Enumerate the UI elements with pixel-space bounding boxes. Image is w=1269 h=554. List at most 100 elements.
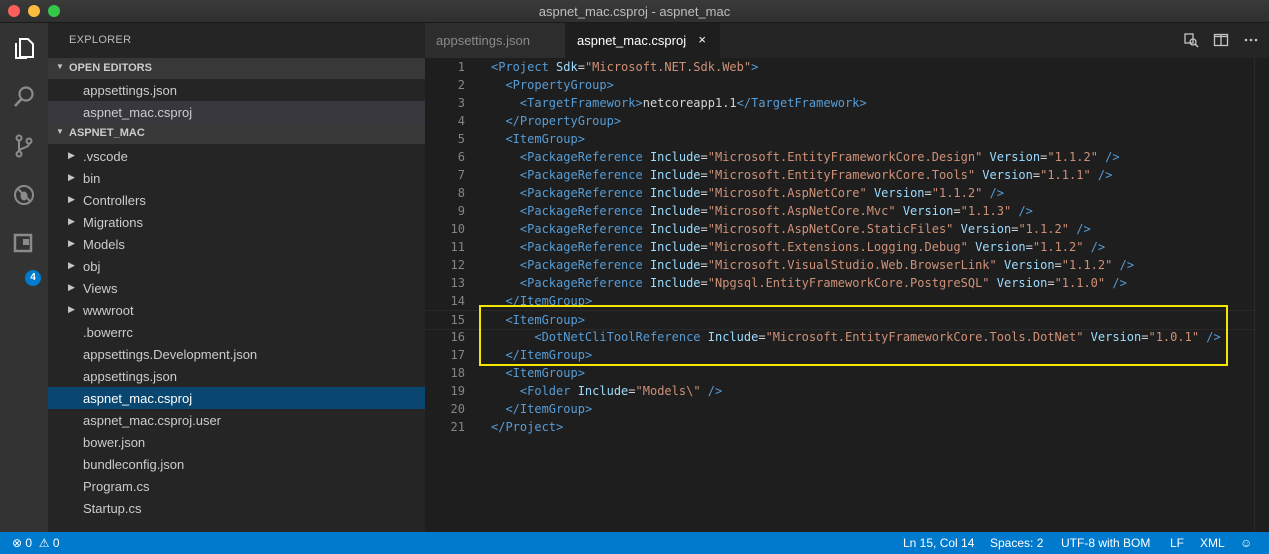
code-text: <PackageReference Include="Microsoft.Ent… bbox=[519, 168, 1113, 182]
folder-item[interactable]: ▶ Controllers bbox=[48, 189, 425, 211]
line-ending[interactable]: LF bbox=[1170, 536, 1184, 550]
file-item[interactable]: Program.cs bbox=[48, 475, 425, 497]
warning-icon: ⚠ bbox=[35, 536, 50, 550]
editor-scrollbar[interactable] bbox=[1254, 58, 1269, 532]
code-text: </ItemGroup> bbox=[505, 402, 593, 416]
file-item[interactable]: Startup.cs bbox=[48, 497, 425, 519]
chevron-right-icon: ▶ bbox=[68, 150, 75, 160]
line-number: 17 bbox=[450, 348, 465, 362]
code-line[interactable]: 2 <PropertyGroup> bbox=[425, 76, 1269, 94]
folder-item[interactable]: ▶ wwwroot bbox=[48, 299, 425, 321]
language-mode[interactable]: XML bbox=[1200, 536, 1225, 550]
code-line[interactable]: 12 <PackageReference Include="Microsoft.… bbox=[425, 256, 1269, 274]
line-number: 10 bbox=[450, 222, 465, 236]
folder-item[interactable]: ▶ bin bbox=[48, 167, 425, 189]
code-text: <ItemGroup> bbox=[505, 132, 585, 146]
open-changes-icon[interactable] bbox=[1183, 32, 1199, 48]
encoding[interactable]: UTF-8 with BOM bbox=[1061, 536, 1150, 550]
code-line[interactable]: 10 <PackageReference Include="Microsoft.… bbox=[425, 220, 1269, 238]
tab-aspnet-mac-csproj[interactable]: aspnet_mac.csproj × bbox=[565, 23, 720, 58]
line-number: 16 bbox=[450, 330, 465, 344]
code-text: <PackageReference Include="Microsoft.Asp… bbox=[519, 186, 1005, 200]
more-actions-icon[interactable] bbox=[1243, 32, 1259, 48]
folder-item[interactable]: ▶ obj bbox=[48, 255, 425, 277]
file-item-selected[interactable]: aspnet_mac.csproj bbox=[48, 387, 425, 409]
line-number: 11 bbox=[450, 240, 465, 254]
feedback-smiley-icon[interactable]: ☺ bbox=[1240, 536, 1252, 550]
code-line[interactable]: 7 <PackageReference Include="Microsoft.E… bbox=[425, 166, 1269, 184]
file-item[interactable]: appsettings.json bbox=[48, 365, 425, 387]
code-line[interactable]: 1 <Project Sdk="Microsoft.NET.Sdk.Web"> bbox=[425, 58, 1269, 76]
folder-item[interactable]: ▶ Views bbox=[48, 277, 425, 299]
chevron-right-icon: ▶ bbox=[68, 216, 75, 226]
code-editor[interactable]: 21 </Project> 20 </ItemGroup> 19 <Folder In… bbox=[425, 58, 1269, 532]
extensions-icon[interactable] bbox=[0, 224, 48, 264]
code-text: <Folder Include="Models\" /> bbox=[519, 384, 723, 398]
line-number: 14 bbox=[450, 294, 465, 308]
files-icon[interactable] bbox=[0, 28, 48, 68]
file-item[interactable]: appsettings.Development.json bbox=[48, 343, 425, 365]
open-editors-header[interactable]: ▼ OPEN EDITORS bbox=[48, 58, 425, 79]
chevron-right-icon: ▶ bbox=[68, 260, 75, 270]
line-number: 8 bbox=[457, 186, 465, 200]
line-number: 1 bbox=[457, 60, 465, 74]
extensions-badge: 4 bbox=[25, 270, 41, 286]
status-bar: ⊗ 0 ⚠ 0 Ln 15, Col 14 Spaces: 2 UTF-8 wi… bbox=[0, 532, 1269, 554]
indentation[interactable]: Spaces: 2 bbox=[990, 536, 1043, 550]
line-number: 18 bbox=[450, 366, 465, 380]
code-text: <ItemGroup> bbox=[505, 366, 585, 380]
line-number: 5 bbox=[457, 132, 465, 146]
window-title: aspnet_mac.csproj - aspnet_mac bbox=[538, 4, 731, 19]
code-text: </Project> bbox=[491, 420, 564, 434]
project-header[interactable]: ▼ ASPNET_MAC bbox=[48, 123, 425, 144]
search-icon[interactable] bbox=[0, 77, 48, 117]
code-line[interactable]: 3 <TargetFramework>netcoreapp1.1</Target… bbox=[425, 94, 1269, 112]
chevron-right-icon: ▶ bbox=[68, 238, 75, 248]
code-text: <PackageReference Include="Microsoft.Asp… bbox=[519, 222, 1091, 236]
line-number: 6 bbox=[457, 150, 465, 164]
code-line[interactable]: 9 <PackageReference Include="Microsoft.A… bbox=[425, 202, 1269, 220]
code-line[interactable]: 21 </Project> bbox=[425, 418, 1269, 436]
code-line[interactable]: 11 <PackageReference Include="Microsoft.… bbox=[425, 238, 1269, 256]
folder-item[interactable]: ▶ Models bbox=[48, 233, 425, 255]
open-editor-item[interactable]: aspnet_mac.csproj bbox=[48, 101, 425, 123]
line-number: 3 bbox=[457, 96, 465, 110]
title-bar: aspnet_mac.csproj - aspnet_mac bbox=[0, 0, 1269, 23]
code-line[interactable]: 13 <PackageReference Include="Npgsql.Ent… bbox=[425, 274, 1269, 292]
file-item[interactable]: bundleconfig.json bbox=[48, 453, 425, 475]
code-line[interactable]: 18 <ItemGroup> bbox=[425, 364, 1269, 382]
line-number: 20 bbox=[450, 402, 465, 416]
code-line[interactable]: 19 <Folder Include="Models\" /> bbox=[425, 382, 1269, 400]
split-editor-icon[interactable] bbox=[1213, 32, 1229, 48]
sidebar-title: EXPLORER bbox=[69, 34, 132, 46]
cursor-position[interactable]: Ln 15, Col 14 bbox=[903, 536, 974, 550]
open-editor-item[interactable]: appsettings.json bbox=[48, 79, 425, 101]
folder-item[interactable]: ▶ .vscode bbox=[48, 145, 425, 167]
code-line[interactable]: 8 <PackageReference Include="Microsoft.A… bbox=[425, 184, 1269, 202]
error-icon: ⊗ bbox=[12, 536, 23, 550]
source-control-icon[interactable] bbox=[0, 126, 48, 166]
line-number: 19 bbox=[450, 384, 465, 398]
code-line[interactable]: 5 <ItemGroup> bbox=[425, 130, 1269, 148]
code-line[interactable]: 6 <PackageReference Include="Microsoft.E… bbox=[425, 148, 1269, 166]
chevron-right-icon: ▶ bbox=[68, 304, 75, 314]
chevron-down-icon: ▼ bbox=[56, 62, 64, 71]
line-number: 15 bbox=[450, 313, 465, 327]
code-line[interactable]: 4 </PropertyGroup> bbox=[425, 112, 1269, 130]
code-text: <PropertyGroup> bbox=[505, 78, 614, 92]
debug-icon[interactable] bbox=[0, 175, 48, 215]
folder-item[interactable]: ▶ Migrations bbox=[48, 211, 425, 233]
code-line[interactable]: 20 </ItemGroup> bbox=[425, 400, 1269, 418]
code-text: <PackageReference Include="Microsoft.Vis… bbox=[519, 258, 1135, 272]
file-item[interactable]: bower.json bbox=[48, 431, 425, 453]
highlight-annotation-box bbox=[479, 305, 1228, 366]
problems-indicator[interactable]: ⊗ 0 ⚠ 0 bbox=[12, 536, 60, 550]
code-text: <TargetFramework>netcoreapp1.1</TargetFr… bbox=[519, 96, 867, 110]
file-item[interactable]: aspnet_mac.csproj.user bbox=[48, 409, 425, 431]
tab-appsettings[interactable]: appsettings.json bbox=[425, 23, 565, 58]
close-icon[interactable]: × bbox=[698, 32, 706, 47]
code-text: <PackageReference Include="Npgsql.Entity… bbox=[519, 276, 1127, 290]
code-text: </PropertyGroup> bbox=[505, 114, 622, 128]
code-text: <PackageReference Include="Microsoft.Asp… bbox=[519, 204, 1033, 218]
file-item[interactable]: .bowerrc bbox=[48, 321, 425, 343]
